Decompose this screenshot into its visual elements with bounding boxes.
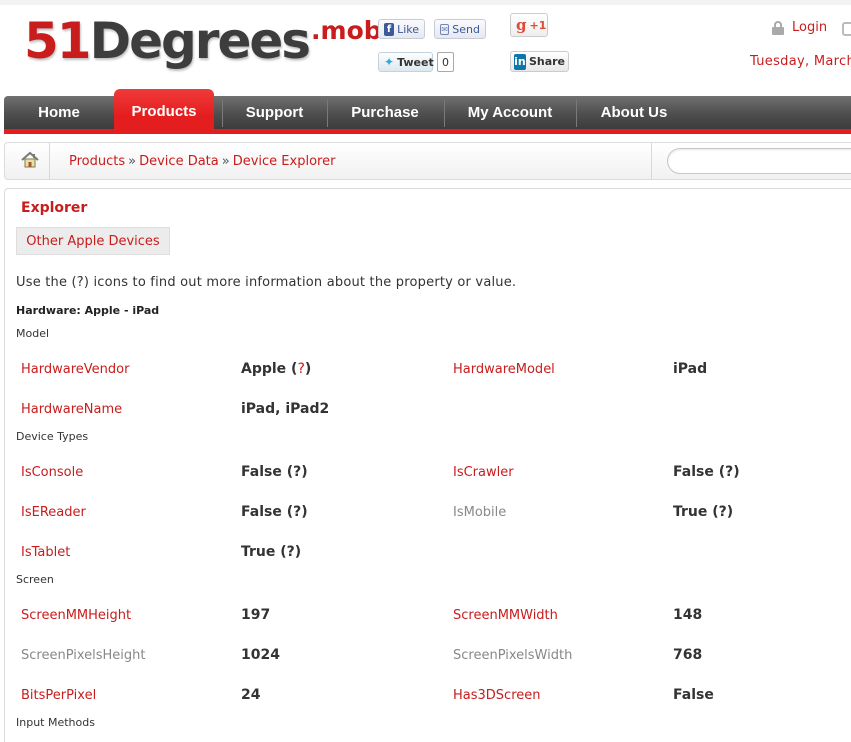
value-is-mobile: True (?) <box>673 504 734 520</box>
login-link[interactable]: Login <box>772 20 827 35</box>
breadcrumb: Products» Device Data» Device Explorer <box>69 154 335 169</box>
breadcrumb-separator: » <box>221 154 230 169</box>
facebook-like-label: Like <box>397 22 419 36</box>
nav-separator <box>327 100 328 127</box>
tweet-button[interactable]: ✦ Tweet <box>378 52 434 72</box>
site-logo[interactable]: 51 Degrees .mobi <box>24 12 390 72</box>
send-icon: ✉ <box>440 23 450 35</box>
logo-part-degrees: Degrees <box>89 12 311 70</box>
prop-is-crawler[interactable]: IsCrawler <box>453 465 514 480</box>
value-screen-mm-width: 148 <box>673 607 703 623</box>
prop-hardware-name[interactable]: HardwareName <box>21 402 122 417</box>
breadcrumb-divider <box>651 143 652 179</box>
site-header: 51 Degrees .mobi f Like ✉ Send ✦ Tweet 0… <box>0 0 851 96</box>
nav-products[interactable]: Products <box>114 89 214 134</box>
facebook-send-button[interactable]: ✉ Send <box>434 19 486 39</box>
value-hardware-vendor: Apple (?) <box>241 361 312 377</box>
google-plus-button[interactable]: g +1 <box>510 13 548 37</box>
value-is-console: False (?) <box>241 464 308 480</box>
linkedin-icon: in <box>514 53 526 70</box>
nav-my-account[interactable]: My Account <box>448 96 572 129</box>
breadcrumb-bar: Products» Device Data» Device Explorer <box>4 142 851 180</box>
breadcrumb-item-device-explorer[interactable]: Device Explorer <box>233 154 336 169</box>
breadcrumb-divider <box>49 143 50 179</box>
current-date: Tuesday, March <box>750 54 851 69</box>
prop-hardware-model[interactable]: HardwareModel <box>453 362 555 377</box>
value-is-tablet: True (?) <box>241 544 302 560</box>
tweet-label: Tweet <box>397 55 434 69</box>
section-model: Model <box>16 327 50 340</box>
lock-icon <box>772 20 784 35</box>
logo-part-51: 51 <box>24 12 92 70</box>
top-strip <box>0 0 851 5</box>
login-label: Login <box>792 20 828 35</box>
prop-screen-mm-height[interactable]: ScreenMMHeight <box>21 608 131 623</box>
page-title: Explorer <box>21 200 88 216</box>
value-screen-pixels-height: 1024 <box>241 647 280 663</box>
prop-bits-per-pixel[interactable]: BitsPerPixel <box>21 688 96 703</box>
nav-separator <box>444 100 445 127</box>
value-is-ereader: False (?) <box>241 504 308 520</box>
search-input[interactable] <box>667 148 851 174</box>
value-hardware-model: iPad <box>673 361 708 377</box>
breadcrumb-item-products[interactable]: Products <box>69 154 125 169</box>
prop-screen-pixels-height: ScreenPixelsHeight <box>21 648 146 663</box>
section-screen: Screen <box>16 573 54 586</box>
value-screen-pixels-width: 768 <box>673 647 703 663</box>
nav-separator <box>222 100 223 127</box>
secondary-header-icon[interactable] <box>842 22 851 36</box>
explorer-panel: Explorer Other Apple Devices Use the (?)… <box>4 188 851 742</box>
value-bits-per-pixel: 24 <box>241 687 261 703</box>
section-device-types: Device Types <box>16 430 89 443</box>
prop-is-ereader[interactable]: IsEReader <box>21 505 86 520</box>
nav-home[interactable]: Home <box>4 96 114 129</box>
nav-about-us[interactable]: About Us <box>580 96 688 129</box>
nav-support[interactable]: Support <box>226 96 323 129</box>
facebook-like-button[interactable]: f Like <box>378 19 425 39</box>
value-hardware-name: iPad, iPad2 <box>241 401 330 417</box>
value-has-3d-screen: False <box>673 687 714 703</box>
hardware-title: Hardware: Apple - iPad <box>16 304 160 317</box>
prop-is-console[interactable]: IsConsole <box>21 465 83 480</box>
prop-is-mobile: IsMobile <box>453 505 507 520</box>
home-icon[interactable] <box>21 151 39 169</box>
breadcrumb-separator: » <box>128 154 137 169</box>
help-hint: Use the (?) icons to find out more infor… <box>16 275 517 290</box>
tweet-count: 0 <box>437 52 454 72</box>
prop-is-tablet[interactable]: IsTablet <box>21 545 70 560</box>
nav-separator <box>576 100 577 127</box>
prop-screen-pixels-width: ScreenPixelsWidth <box>453 648 573 663</box>
section-input-methods: Input Methods <box>16 716 95 729</box>
twitter-bird-icon: ✦ <box>384 55 395 69</box>
other-apple-devices-button[interactable]: Other Apple Devices <box>16 227 170 255</box>
prop-screen-mm-width[interactable]: ScreenMMWidth <box>453 608 558 623</box>
linkedin-share-label: Share <box>528 55 565 68</box>
nav-purchase[interactable]: Purchase <box>330 96 440 129</box>
prop-hardware-vendor[interactable]: HardwareVendor <box>21 362 129 377</box>
prop-has-3d-screen[interactable]: Has3DScreen <box>453 688 541 703</box>
google-plus-icon: g <box>516 16 527 34</box>
value-is-crawler: False (?) <box>673 464 740 480</box>
value-screen-mm-height: 197 <box>241 607 271 623</box>
google-plus-label: +1 <box>529 18 547 32</box>
help-link[interactable]: ? <box>297 361 304 377</box>
breadcrumb-item-device-data[interactable]: Device Data <box>139 154 219 169</box>
facebook-send-label: Send <box>452 22 480 36</box>
facebook-icon: f <box>384 22 395 36</box>
linkedin-share-button[interactable]: in Share <box>510 51 569 72</box>
